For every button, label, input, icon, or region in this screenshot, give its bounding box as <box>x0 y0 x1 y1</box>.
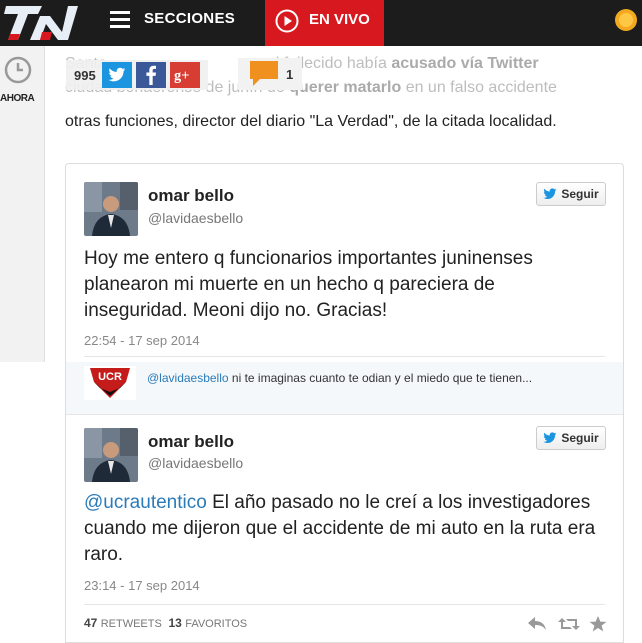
tweet-actions <box>527 616 607 634</box>
twitter-icon <box>543 188 557 199</box>
favorite-label: FAVORITOS <box>185 618 248 630</box>
secciones-menu-label[interactable]: SECCIONES <box>144 10 235 27</box>
follow-label: Seguir <box>561 187 599 201</box>
tweet-embed-1: omar bello @lavidaesbello Seguir Hoy me … <box>65 163 624 363</box>
share-count: 995 <box>74 67 96 83</box>
tn-logo[interactable] <box>2 2 80 44</box>
left-sidebar: AHORA <box>0 46 45 362</box>
tweet-author-name[interactable]: omar bello <box>148 432 234 452</box>
google-plus-share-button[interactable]: g+ <box>169 62 200 88</box>
tweet-text: @ucrautentico El año pasado no le creí a… <box>84 492 596 565</box>
twitter-icon <box>543 432 557 443</box>
avatar[interactable] <box>84 428 138 482</box>
reply-text: @lavidaesbello ni te imaginas cuanto te … <box>147 371 533 385</box>
tweet-mention[interactable]: @ucrautentico <box>84 492 207 513</box>
en-vivo-button[interactable]: EN VIVO <box>265 0 384 46</box>
play-icon <box>275 9 299 33</box>
reply-tweet[interactable]: UCR @lavidaesbello ni te imaginas cuanto… <box>66 362 623 415</box>
retweet-count[interactable]: 47 <box>84 616 97 630</box>
tweet-author-handle[interactable]: @lavidaesbello <box>148 455 243 471</box>
divider <box>84 356 605 357</box>
share-bar: 995 g+ <box>66 60 208 90</box>
follow-button[interactable]: Seguir <box>536 426 606 450</box>
follow-label: Seguir <box>561 431 599 445</box>
svg-text:g+: g+ <box>174 68 189 83</box>
tweet-stats: 47 RETWEETS 13 FAVORITOS <box>84 616 247 630</box>
comment-button[interactable]: 1 <box>238 58 302 90</box>
comment-count: 1 <box>286 66 294 82</box>
reply-mention[interactable]: @lavidaesbello <box>147 371 229 385</box>
tweet-embed-2: UCR @lavidaesbello ni te imaginas cuanto… <box>65 362 624 643</box>
facebook-share-button[interactable] <box>135 62 166 88</box>
retweet-label: RETWEETS <box>100 618 162 630</box>
article-line-3: otras funciones, director del diario "La… <box>65 113 557 130</box>
menu-icon[interactable] <box>110 11 130 29</box>
twitter-icon <box>108 67 125 82</box>
reply-icon[interactable] <box>527 616 547 632</box>
ahora-label[interactable]: AHORA <box>0 93 35 104</box>
tweet-timestamp[interactable]: 22:54 - 17 sep 2014 <box>84 333 200 348</box>
tweet-author-handle[interactable]: @lavidaesbello <box>148 210 243 226</box>
ucr-avatar[interactable]: UCR <box>84 366 136 400</box>
avatar[interactable] <box>84 182 138 236</box>
top-navigation-bar: SECCIONES EN VIVO <box>0 0 642 46</box>
favorite-icon[interactable] <box>589 616 607 632</box>
svg-text:UCR: UCR <box>98 371 122 383</box>
clock-icon[interactable] <box>4 56 32 84</box>
comment-icon <box>250 61 278 86</box>
tweet-text: Hoy me entero q funcionarios importantes… <box>84 248 533 321</box>
google-plus-icon: g+ <box>174 68 189 83</box>
follow-button[interactable]: Seguir <box>536 182 606 206</box>
en-vivo-label: EN VIVO <box>309 11 370 28</box>
tweet-author-name[interactable]: omar bello <box>148 186 234 206</box>
coin-icon[interactable] <box>614 8 638 32</box>
favorite-count[interactable]: 13 <box>169 616 182 630</box>
tweet-timestamp[interactable]: 23:14 - 17 sep 2014 <box>84 578 200 593</box>
twitter-share-button[interactable] <box>101 62 132 88</box>
divider <box>84 604 605 605</box>
facebook-icon <box>146 65 156 85</box>
retweet-icon[interactable] <box>557 616 581 632</box>
